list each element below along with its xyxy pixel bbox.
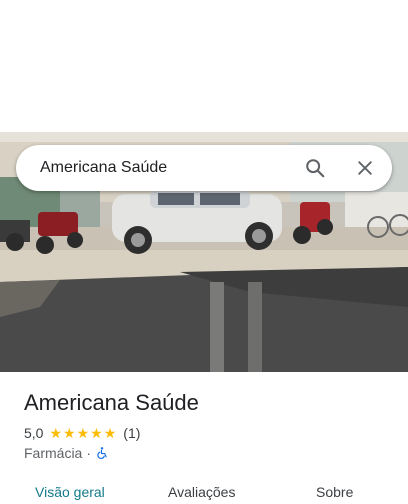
star-icon: ★ (103, 425, 117, 441)
tab-about[interactable]: Sobre (316, 484, 353, 500)
top-blank-area (0, 0, 408, 132)
tab-overview[interactable]: Visão geral (35, 484, 105, 500)
review-count[interactable]: (1) (123, 425, 140, 441)
place-info-panel: Americana Saúde 5,0 ★ ★ ★ ★ ★ (1) Farmác… (0, 372, 408, 504)
close-icon (358, 161, 372, 175)
place-category[interactable]: Farmácia (24, 445, 82, 461)
search-input[interactable] (40, 159, 280, 177)
search-bar[interactable] (16, 145, 392, 191)
wheelchair-icon (95, 446, 108, 460)
search-button[interactable] (301, 154, 329, 182)
star-icon: ★ (49, 425, 63, 441)
place-tabs: Visão geral Avaliações Sobre (0, 484, 408, 504)
tab-reviews[interactable]: Avaliações (168, 484, 235, 500)
place-title: Americana Saúde (24, 390, 199, 415)
rating-row[interactable]: 5,0 ★ ★ ★ ★ ★ (1) (24, 425, 140, 441)
category-row: Farmácia · (24, 445, 108, 461)
star-icon: ★ (63, 425, 76, 441)
close-button[interactable] (351, 154, 379, 182)
star-icon: ★ (90, 425, 103, 441)
star-icon: ★ (76, 425, 90, 441)
star-rating: ★ ★ ★ ★ ★ (49, 426, 117, 440)
separator-dot: · (86, 445, 92, 461)
rating-value: 5,0 (24, 425, 44, 441)
search-icon (306, 159, 325, 178)
